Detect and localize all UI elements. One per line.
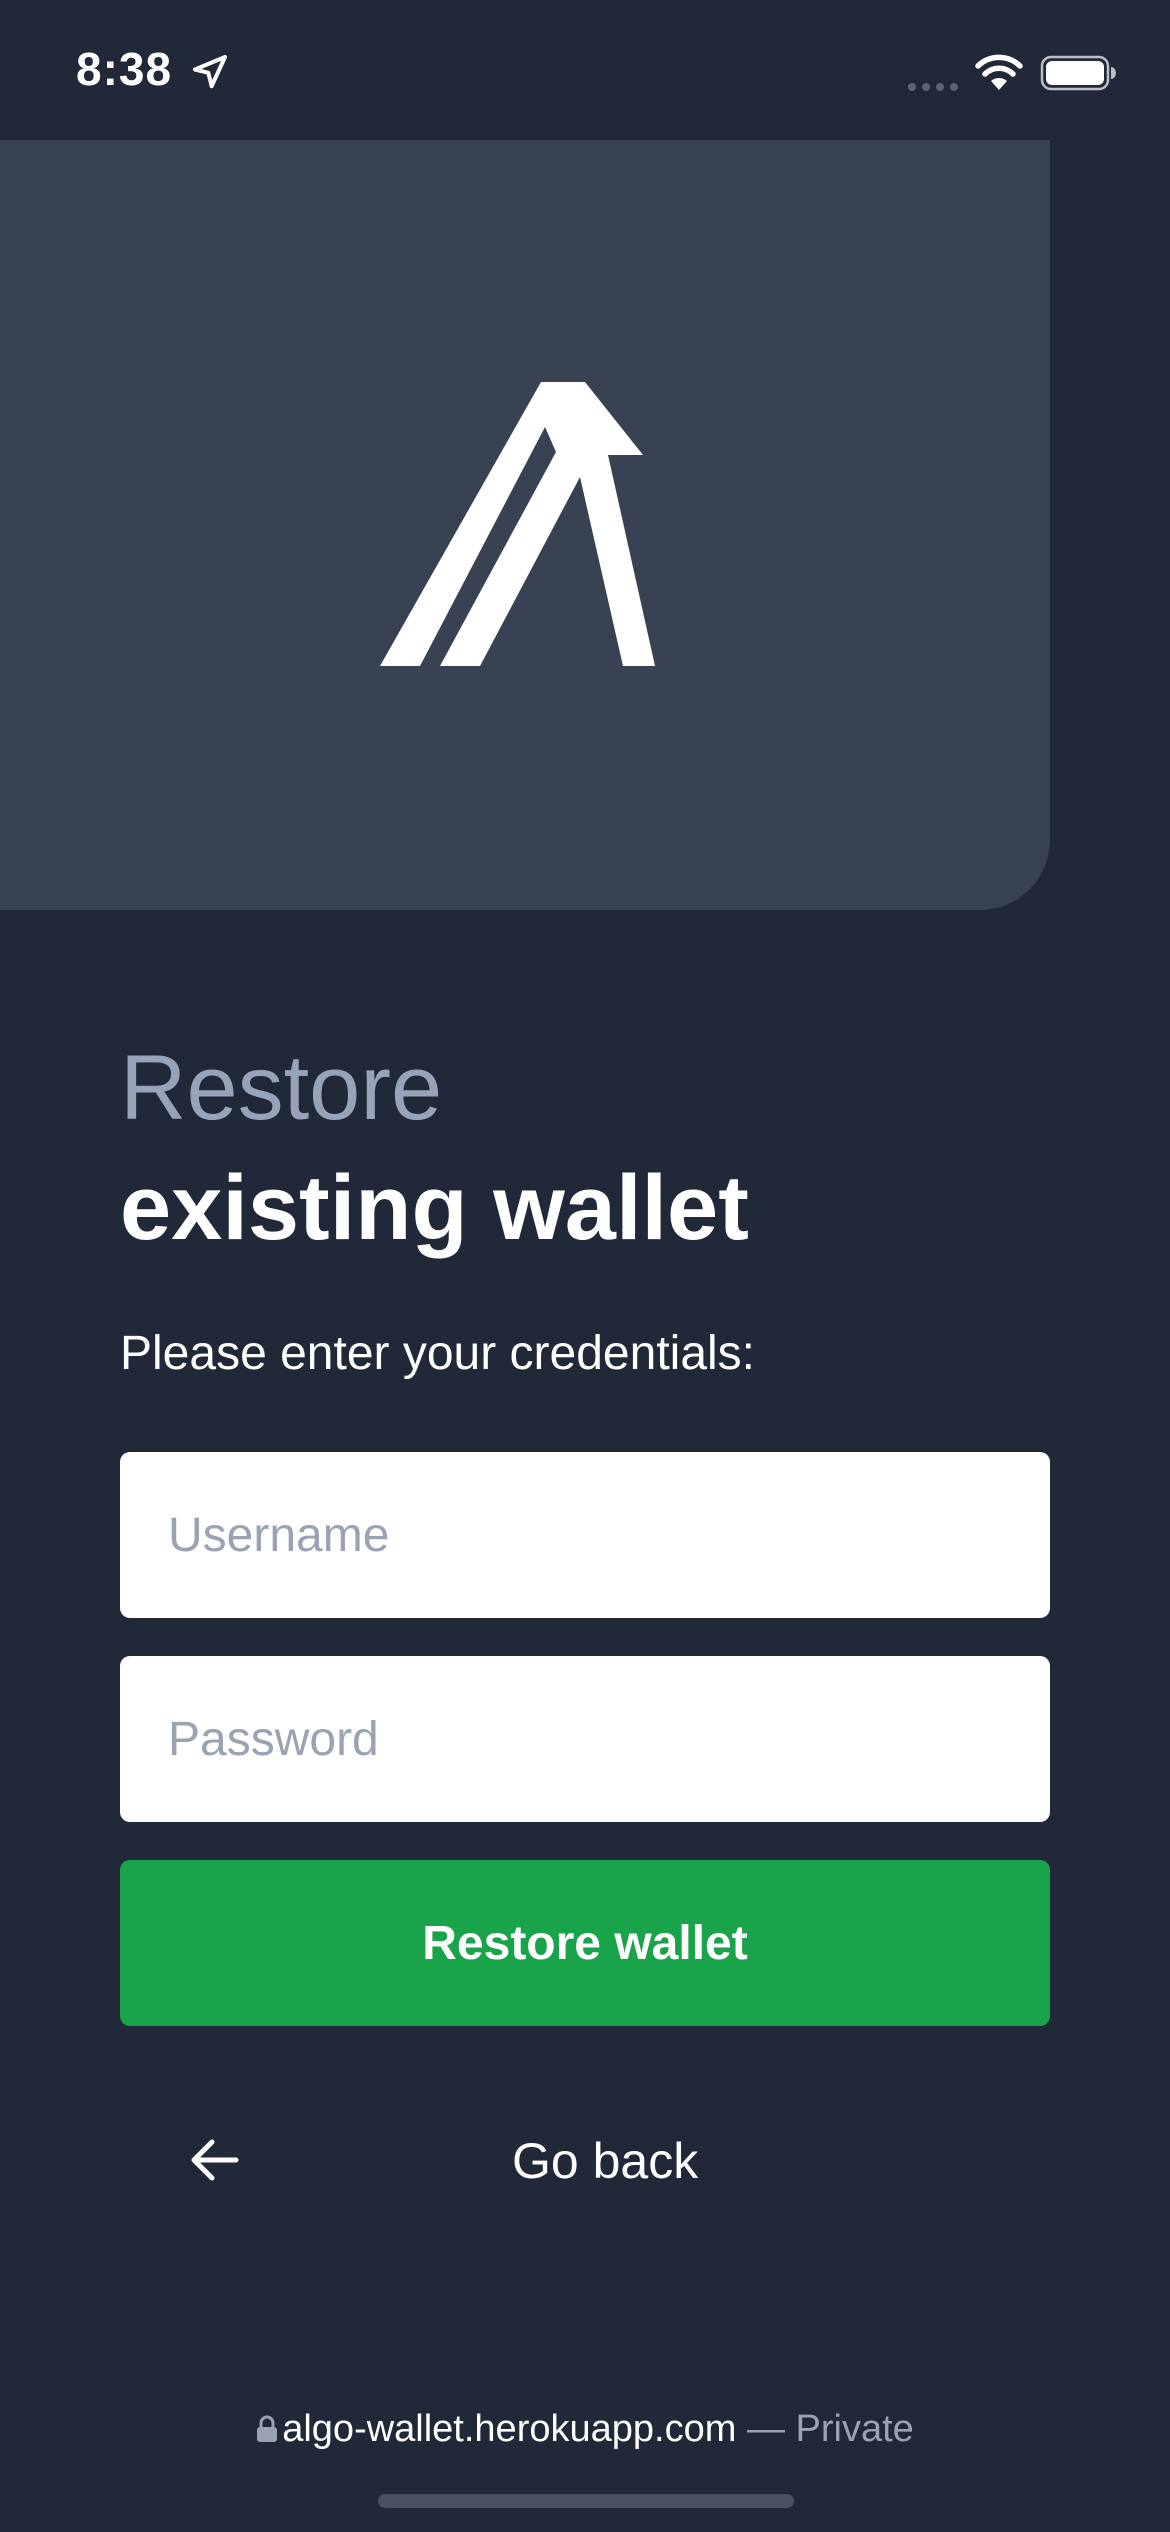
username-input[interactable] [120, 1452, 1050, 1618]
password-input[interactable] [120, 1656, 1050, 1822]
hero-banner [0, 140, 1050, 910]
lock-icon [257, 2415, 278, 2442]
go-back-link[interactable]: Go back [160, 2120, 1050, 2200]
location-arrow-icon [193, 55, 227, 89]
battery-icon [1040, 55, 1116, 91]
browser-url-bar[interactable]: algo-wallet.herokuapp.com — Private [0, 2408, 1170, 2451]
algorand-logo-icon [380, 382, 655, 666]
go-back-label: Go back [512, 2133, 699, 2189]
cellular-signal-icon [908, 83, 958, 91]
wifi-icon [975, 54, 1023, 90]
page-title-bold: existing wallet [120, 1157, 749, 1259]
url-domain: algo-wallet.herokuapp.com [282, 2408, 737, 2450]
home-indicator[interactable] [378, 2494, 794, 2508]
status-bar: 8:38 [0, 0, 1170, 140]
url-private-label: — Private [746, 2408, 914, 2450]
restore-wallet-button[interactable]: Restore wallet [120, 1860, 1050, 2026]
page-title-light: Restore [120, 1037, 443, 1139]
status-time: 8:38 [76, 43, 173, 95]
arrow-left-icon [191, 2139, 239, 2181]
credentials-instructions: Please enter your credentials: [120, 1327, 756, 1380]
